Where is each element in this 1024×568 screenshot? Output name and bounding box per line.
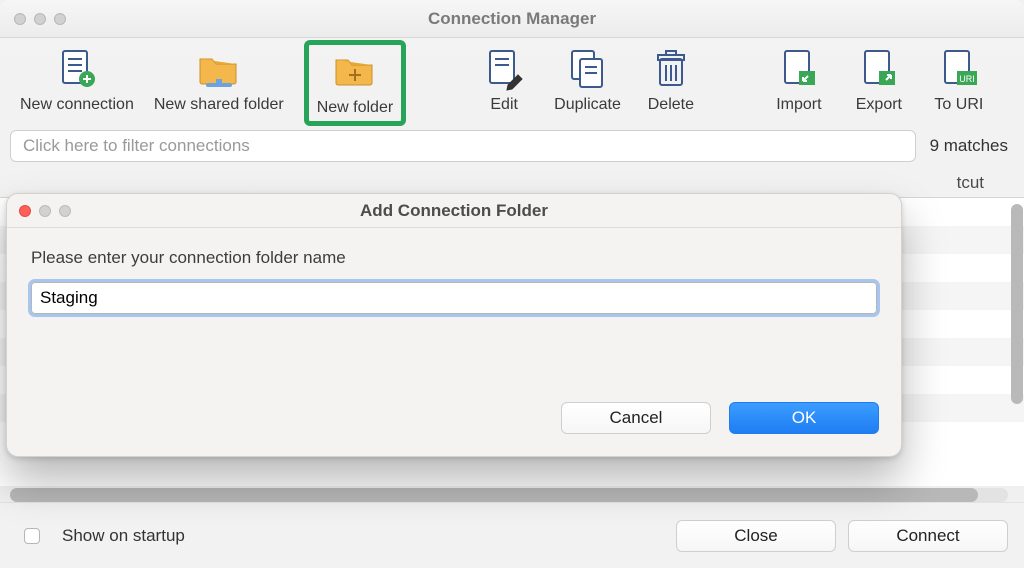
horizontal-scrollbar[interactable] [10, 488, 1008, 502]
button-label: Connect [896, 526, 959, 546]
dialog-footer: Cancel OK [7, 388, 901, 456]
window-title: Connection Manager [0, 9, 1024, 29]
button-label: OK [792, 408, 817, 428]
document-edit-icon [481, 46, 527, 92]
dialog-titlebar: Add Connection Folder [7, 194, 901, 228]
export-icon [856, 46, 902, 92]
toolbar-label: Delete [648, 96, 694, 114]
toolbar-label: New shared folder [154, 96, 284, 114]
filter-row: 9 matches [0, 130, 1024, 168]
export-button[interactable]: Export [849, 46, 909, 114]
to-uri-button[interactable]: URI To URI [929, 46, 989, 114]
dialog-title: Add Connection Folder [7, 201, 901, 221]
dialog-body: Please enter your connection folder name [7, 228, 901, 388]
scrollbar-thumb[interactable] [10, 488, 978, 502]
show-on-startup-label: Show on startup [62, 526, 185, 546]
ok-button[interactable]: OK [729, 402, 879, 434]
filter-input[interactable] [10, 130, 916, 162]
match-count: 9 matches [930, 136, 1008, 156]
window-controls [0, 13, 66, 25]
trash-icon [648, 46, 694, 92]
toolbar-label: To URI [934, 96, 983, 114]
new-connection-button[interactable]: New connection [20, 46, 134, 126]
toolbar: New connection New shared folder [0, 38, 1024, 130]
folder-plus-icon [332, 49, 378, 95]
button-label: Close [734, 526, 777, 546]
toolbar-label: New connection [20, 96, 134, 114]
close-button[interactable]: Close [676, 520, 836, 552]
uri-icon: URI [936, 46, 982, 92]
connection-manager-window: Connection Manager New connection [0, 0, 1024, 568]
import-icon [776, 46, 822, 92]
document-plus-icon [54, 46, 100, 92]
minimize-window-icon[interactable] [34, 13, 46, 25]
zoom-window-icon[interactable] [54, 13, 66, 25]
show-on-startup-checkbox[interactable] [24, 528, 40, 544]
cancel-button[interactable]: Cancel [561, 402, 711, 434]
connect-button[interactable]: Connect [848, 520, 1008, 552]
edit-button[interactable]: Edit [474, 46, 534, 114]
toolbar-label: Export [856, 96, 902, 114]
new-folder-button[interactable]: New folder [304, 40, 406, 126]
titlebar: Connection Manager [0, 0, 1024, 38]
dialog-prompt: Please enter your connection folder name [31, 248, 877, 268]
import-button[interactable]: Import [769, 46, 829, 114]
vertical-scrollbar[interactable] [1011, 204, 1023, 404]
button-label: Cancel [610, 408, 663, 428]
toolbar-label: Import [776, 96, 821, 114]
toolbar-label: Duplicate [554, 96, 621, 114]
svg-text:URI: URI [959, 74, 975, 84]
footer: Show on startup Close Connect [0, 502, 1024, 568]
duplicate-button[interactable]: Duplicate [554, 46, 621, 114]
duplicate-icon [565, 46, 611, 92]
column-header-shortcut[interactable]: tcut [957, 173, 984, 193]
folder-name-input[interactable] [31, 282, 877, 314]
delete-button[interactable]: Delete [641, 46, 701, 114]
toolbar-label: Edit [490, 96, 518, 114]
toolbar-label: New folder [317, 99, 393, 117]
new-shared-folder-button[interactable]: New shared folder [154, 46, 284, 126]
add-folder-dialog: Add Connection Folder Please enter your … [6, 193, 902, 457]
close-window-icon[interactable] [14, 13, 26, 25]
shared-folder-icon [196, 46, 242, 92]
